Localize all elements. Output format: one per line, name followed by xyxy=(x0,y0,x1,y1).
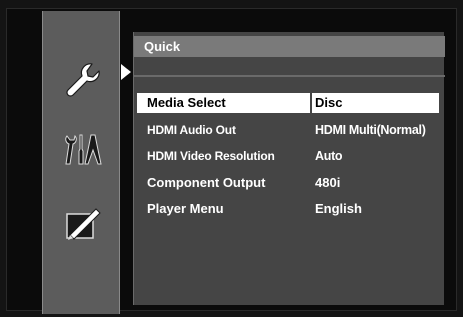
sidebar-item-initialize[interactable] xyxy=(57,203,107,245)
setting-value[interactable]: 480i xyxy=(312,173,439,193)
sidebar-item-custom[interactable] xyxy=(57,129,107,171)
selection-pointer-icon xyxy=(121,64,131,80)
tv-frame: Quick Media Select Disc HDMI Audio Out H… xyxy=(0,0,463,317)
setting-row-component-output[interactable]: Component Output 480i xyxy=(134,173,445,200)
setting-value[interactable]: Auto xyxy=(312,146,439,166)
setting-row-hdmi-audio-out[interactable]: HDMI Audio Out HDMI Multi(Normal) xyxy=(134,120,445,147)
setting-label: Media Select xyxy=(137,93,310,113)
setting-row-player-menu[interactable]: Player Menu English xyxy=(134,199,445,226)
setting-label: HDMI Video Resolution xyxy=(147,149,275,163)
setting-label: Component Output xyxy=(147,174,266,190)
wrench-icon xyxy=(66,63,100,97)
sidebar-item-quick[interactable] xyxy=(57,59,107,101)
setting-value[interactable]: HDMI Multi(Normal) xyxy=(312,120,439,140)
tools-icon xyxy=(65,134,102,165)
settings-list: Media Select Disc HDMI Audio Out HDMI Mu… xyxy=(134,93,445,226)
setting-label: Player Menu xyxy=(147,201,224,216)
setting-value[interactable]: English xyxy=(312,199,439,219)
panel-title: Quick xyxy=(134,36,445,57)
setting-label: HDMI Audio Out xyxy=(147,122,236,137)
edit-icon xyxy=(66,208,101,240)
divider xyxy=(134,75,445,77)
category-sidebar xyxy=(42,11,120,314)
setting-value[interactable]: Disc xyxy=(312,93,439,113)
setting-row-media-select[interactable]: Media Select Disc xyxy=(134,93,445,120)
settings-panel: Quick Media Select Disc HDMI Audio Out H… xyxy=(133,32,445,305)
setting-row-hdmi-video-resolution[interactable]: HDMI Video Resolution Auto xyxy=(134,146,445,173)
